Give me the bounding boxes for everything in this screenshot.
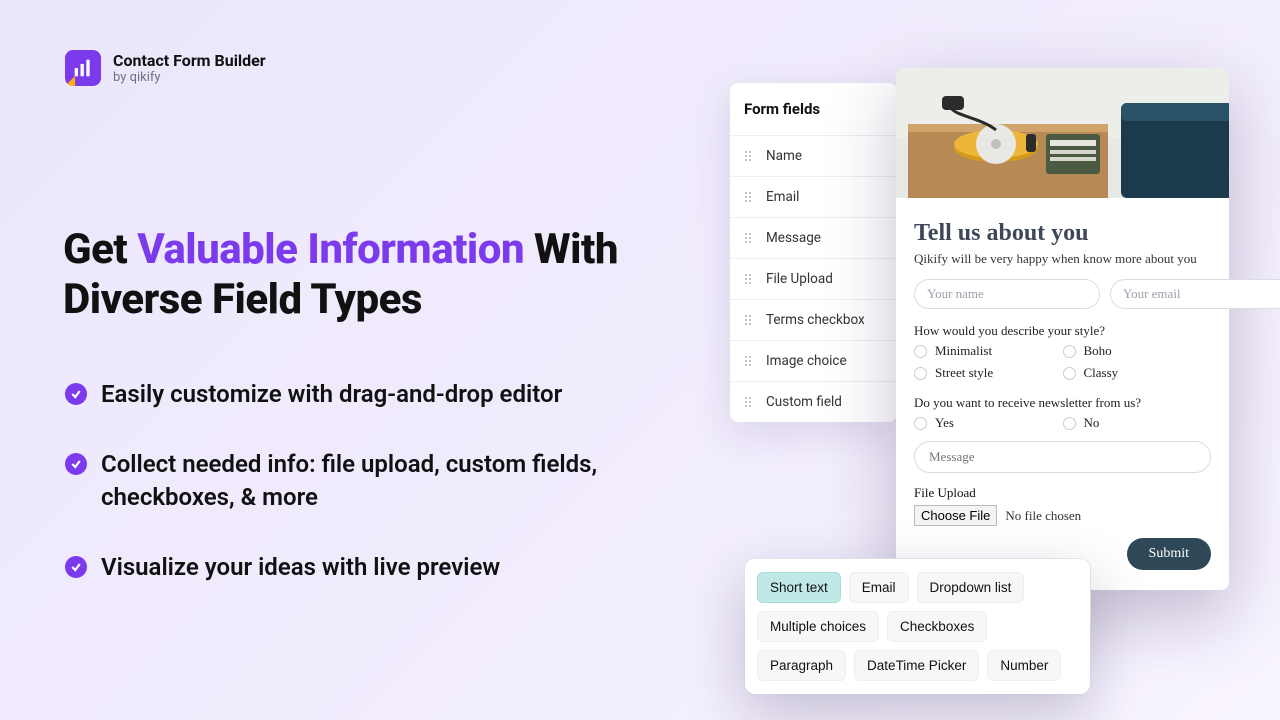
field-type-chip[interactable]: Number — [987, 650, 1061, 681]
preview-title: Tell us about you — [914, 220, 1211, 247]
check-icon — [65, 556, 87, 578]
message-input[interactable] — [914, 441, 1211, 473]
radio-icon — [1063, 345, 1076, 358]
form-preview-card: Tell us about you Qikify will be very ha… — [896, 68, 1229, 590]
style-option[interactable]: Boho — [1063, 343, 1212, 359]
drag-handle-icon[interactable] — [744, 396, 754, 408]
form-field-item[interactable]: Terms checkbox — [730, 299, 897, 340]
question-newsletter: Do you want to receive newsletter from u… — [914, 395, 1211, 411]
form-field-item[interactable]: Name — [730, 135, 897, 176]
feature-bullets: Easily customize with drag-and-drop edit… — [65, 378, 685, 584]
field-type-chip[interactable]: Multiple choices — [757, 611, 879, 642]
field-label: Image choice — [766, 353, 847, 369]
field-label: Email — [766, 189, 799, 205]
radio-icon — [914, 417, 927, 430]
style-option[interactable]: Street style — [914, 365, 1063, 381]
form-fields-panel: Form fields Name Email Message File Upload T… — [730, 83, 897, 422]
radio-icon — [1063, 417, 1076, 430]
field-type-chip[interactable]: Dropdown list — [917, 572, 1025, 603]
page-headline: Get Valuable Information With Diverse Fi… — [63, 225, 693, 324]
drag-handle-icon[interactable] — [744, 191, 754, 203]
drag-handle-icon[interactable] — [744, 150, 754, 162]
choose-file-button[interactable]: Choose File — [914, 505, 997, 526]
option-label: Classy — [1084, 365, 1119, 381]
bullet-item: Visualize your ideas with live preview — [65, 551, 685, 585]
radio-icon — [914, 367, 927, 380]
field-label: Message — [766, 230, 821, 246]
field-label: Terms checkbox — [766, 312, 865, 328]
form-field-item[interactable]: Email — [730, 176, 897, 217]
drag-handle-icon[interactable] — [744, 314, 754, 326]
field-type-chips-panel: Short text Email Dropdown list Multiple cho… — [745, 559, 1090, 694]
preview-hero-image — [896, 68, 1229, 198]
form-field-item[interactable]: Message — [730, 217, 897, 258]
preview-subtitle: Qikify will be very happy when know more… — [914, 251, 1211, 267]
form-field-item[interactable]: File Upload — [730, 258, 897, 299]
brand-logo-icon — [65, 50, 101, 86]
email-input[interactable] — [1110, 279, 1280, 309]
check-icon — [65, 453, 87, 475]
field-label: File Upload — [766, 271, 833, 287]
form-field-item[interactable]: Image choice — [730, 340, 897, 381]
question-style: How would you describe your style? — [914, 323, 1211, 339]
drag-handle-icon[interactable] — [744, 232, 754, 244]
drag-handle-icon[interactable] — [744, 273, 754, 285]
name-input[interactable] — [914, 279, 1100, 309]
brand-title: Contact Form Builder — [113, 51, 266, 70]
field-type-chip[interactable]: Paragraph — [757, 650, 846, 681]
drag-handle-icon[interactable] — [744, 355, 754, 367]
field-type-chip[interactable]: Email — [849, 572, 909, 603]
brand: Contact Form Builder by qikify — [65, 50, 266, 86]
headline-accent: Valuable Information — [137, 225, 524, 274]
bullet-text: Collect needed info: file upload, custom… — [101, 448, 685, 515]
submit-button[interactable]: Submit — [1127, 538, 1211, 570]
option-label: Yes — [935, 415, 954, 431]
style-option[interactable]: Minimalist — [914, 343, 1063, 359]
radio-icon — [1063, 367, 1076, 380]
bullet-text: Easily customize with drag-and-drop edit… — [101, 378, 562, 412]
check-icon — [65, 383, 87, 405]
field-label: Custom field — [766, 394, 842, 410]
headline-pre: Get — [63, 225, 137, 274]
style-option[interactable]: Classy — [1063, 365, 1212, 381]
file-upload-label: File Upload — [914, 485, 1211, 501]
option-label: No — [1084, 415, 1100, 431]
brand-subtitle: by qikify — [113, 70, 266, 85]
field-type-chip[interactable]: DateTime Picker — [854, 650, 979, 681]
bullet-item: Easily customize with drag-and-drop edit… — [65, 378, 685, 412]
no-file-text: No file chosen — [1005, 508, 1081, 524]
field-type-chip[interactable]: Checkboxes — [887, 611, 987, 642]
option-label: Street style — [935, 365, 993, 381]
newsletter-option[interactable]: Yes — [914, 415, 1063, 431]
option-label: Minimalist — [935, 343, 992, 359]
radio-icon — [914, 345, 927, 358]
bullet-item: Collect needed info: file upload, custom… — [65, 448, 685, 515]
option-label: Boho — [1084, 343, 1112, 359]
field-label: Name — [766, 148, 802, 164]
form-field-item[interactable]: Custom field — [730, 381, 897, 422]
bullet-text: Visualize your ideas with live preview — [101, 551, 500, 585]
newsletter-option[interactable]: No — [1063, 415, 1212, 431]
form-fields-heading: Form fields — [730, 83, 897, 135]
field-type-chip[interactable]: Short text — [757, 572, 841, 603]
